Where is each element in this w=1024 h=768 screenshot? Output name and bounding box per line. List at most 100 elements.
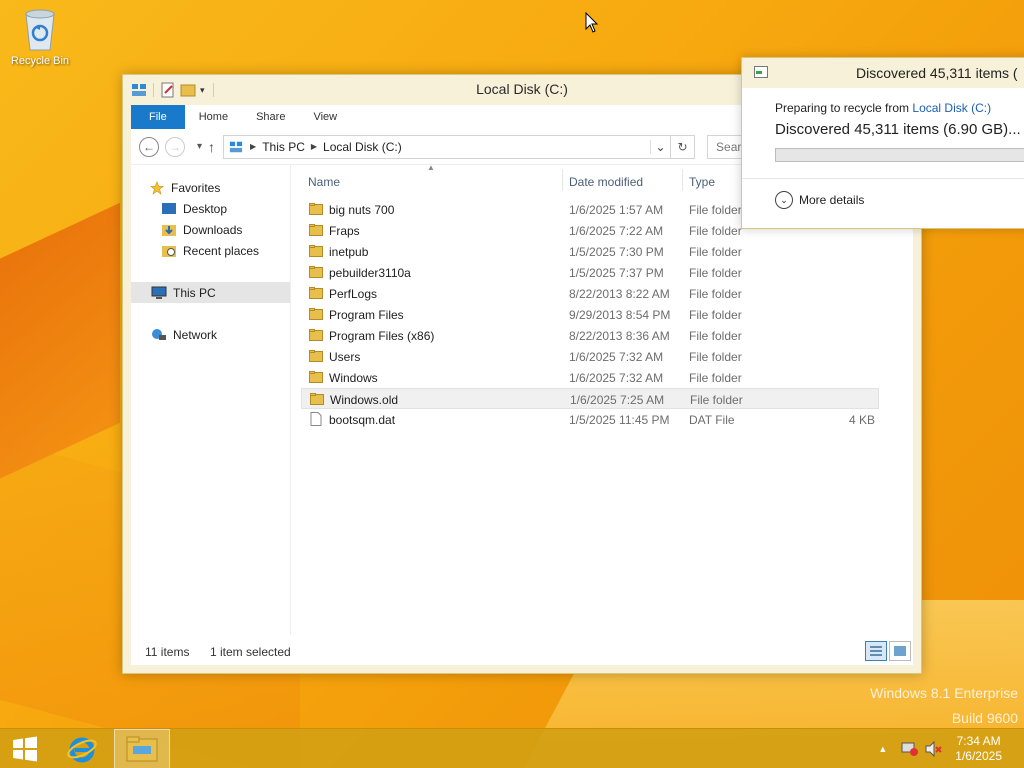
recent-locations-dropdown-icon[interactable]: ▾	[197, 141, 202, 152]
file-date: 1/6/2025 7:25 AM	[570, 393, 665, 407]
refresh-icon: ↻	[677, 139, 688, 154]
details-view-button[interactable]	[865, 641, 887, 661]
nav-favorites-label: Favorites	[171, 180, 221, 195]
taskbar-internet-explorer[interactable]	[58, 729, 106, 768]
file-type: File folder	[689, 329, 742, 343]
folder-icon	[309, 286, 323, 300]
folder-icon	[309, 223, 323, 237]
file-name: Windows.old	[330, 393, 399, 407]
windows-edition-watermark: Windows 8.1 Enterprise	[870, 685, 1018, 701]
file-date: 1/6/2025 1:57 AM	[569, 203, 664, 217]
clock-time: 7:34 AM	[956, 734, 1001, 748]
folder-icon	[310, 392, 324, 406]
file-row[interactable]: Program Files 9/29/2013 8:54 PM File folde…	[301, 304, 879, 325]
tab-file[interactable]: File	[131, 105, 185, 129]
file-list: Name ▲ Date modified Type big nuts 700 1/…	[301, 163, 879, 635]
recycle-bin-shortcut[interactable]: Recycle Bin	[6, 6, 74, 67]
file-date: 1/6/2025 7:32 AM	[569, 371, 664, 385]
file-explorer-icon	[126, 736, 158, 762]
nav-desktop[interactable]: Desktop	[131, 198, 290, 219]
chevron-down-icon: ⌄	[775, 191, 793, 209]
address-bar[interactable]: ▶ This PC ▶ Local Disk (C:) ⌄	[223, 134, 672, 159]
column-name[interactable]: Name	[308, 175, 340, 189]
folder-icon	[309, 307, 323, 321]
file-row[interactable]: Program Files (x86) 8/22/2013 8:36 AM File…	[301, 325, 879, 346]
breadcrumb-separator-icon[interactable]: ▶	[311, 142, 317, 151]
column-type[interactable]: Type	[689, 175, 715, 189]
nav-recent-places-label: Recent places	[183, 243, 260, 258]
large-icons-view-button[interactable]	[889, 641, 911, 661]
new-folder-icon[interactable]	[180, 82, 196, 98]
tab-home[interactable]: Home	[185, 105, 242, 129]
file-row[interactable]: Windows 1/6/2025 7:32 AM File folder	[301, 367, 879, 388]
refresh-button[interactable]: ↻	[671, 134, 696, 159]
explorer-content: Favorites Desktop Downloads Recent place…	[131, 163, 913, 665]
back-arrow-icon: ←	[143, 139, 155, 154]
volume-muted-icon[interactable]	[925, 741, 943, 757]
file-row[interactable]: pebuilder3110a 1/5/2025 7:37 PM File folde…	[301, 262, 879, 283]
file-type: DAT File	[689, 413, 735, 427]
nav-network[interactable]: Network	[131, 324, 290, 345]
file-name: big nuts 700	[329, 203, 395, 217]
address-dropdown-icon[interactable]: ⌄	[650, 139, 670, 154]
pc-icon[interactable]	[131, 82, 147, 98]
clock[interactable]: 7:34 AM 1/6/2025	[955, 734, 1002, 764]
file-type: File folder	[689, 287, 742, 301]
file-name: Program Files	[329, 308, 404, 322]
start-button[interactable]	[0, 729, 50, 768]
system-tray: ▲ 7:34 AM 1/6/2025	[878, 729, 1024, 768]
mouse-cursor-icon	[585, 12, 599, 33]
breadcrumb-local-disk[interactable]: Local Disk (C:)	[323, 140, 402, 154]
internet-explorer-icon	[67, 737, 97, 763]
progress-dialog-icon	[754, 66, 768, 78]
more-details-button[interactable]: ⌄ More details	[775, 191, 864, 209]
preparing-text: Preparing to recycle from Local Disk (C:…	[775, 101, 991, 115]
desktop-bg-shape	[0, 202, 120, 498]
file-date: 9/29/2013 8:54 PM	[569, 308, 671, 322]
file-date: 8/22/2013 8:36 AM	[569, 329, 670, 343]
file-row[interactable]: inetpub 1/5/2025 7:30 PM File folder	[301, 241, 879, 262]
folder-icon	[309, 328, 323, 342]
back-button[interactable]: ←	[139, 136, 159, 157]
file-rows: big nuts 700 1/6/2025 1:57 AM File folder F…	[301, 199, 879, 430]
breadcrumb-separator-icon[interactable]: ▶	[250, 142, 256, 151]
recent-places-icon	[161, 244, 177, 258]
forward-arrow-icon: →	[169, 139, 181, 154]
properties-icon[interactable]	[160, 82, 176, 98]
column-date-modified[interactable]: Date modified	[569, 175, 643, 189]
dialog-titlebar[interactable]: Discovered 45,311 items (	[742, 58, 1024, 88]
file-type: File folder	[689, 203, 742, 217]
file-row[interactable]: bootsqm.dat 1/5/2025 11:45 PM DAT File 4 KB	[301, 409, 879, 430]
file-type: File folder	[689, 266, 742, 280]
nav-recent-places[interactable]: Recent places	[131, 240, 290, 261]
file-icon	[309, 412, 323, 426]
up-arrow-icon[interactable]: ↑	[208, 139, 215, 155]
tab-view[interactable]: View	[299, 105, 351, 129]
status-bar: 11 items 1 item selected	[131, 635, 913, 665]
show-hidden-icons-icon[interactable]: ▲	[878, 744, 887, 754]
file-type: File folder	[690, 393, 743, 407]
forward-button[interactable]: →	[165, 136, 185, 157]
nav-this-pc[interactable]: This PC	[131, 282, 290, 303]
network-tray-icon[interactable]	[901, 741, 919, 757]
computer-icon	[151, 286, 167, 300]
nav-downloads[interactable]: Downloads	[131, 219, 290, 240]
file-row[interactable]: PerfLogs 8/22/2013 8:22 AM File folder	[301, 283, 879, 304]
desktop-icon	[161, 202, 177, 216]
file-date: 1/5/2025 7:30 PM	[569, 245, 664, 259]
file-row[interactable]: Users 1/6/2025 7:32 AM File folder	[301, 346, 879, 367]
file-name: inetpub	[329, 245, 369, 259]
tab-share[interactable]: Share	[242, 105, 299, 129]
qat-dropdown-icon[interactable]: ▾	[200, 85, 205, 96]
file-name: Windows	[329, 371, 378, 385]
breadcrumb-this-pc[interactable]: This PC	[262, 140, 305, 154]
nav-favorites[interactable]: Favorites	[131, 177, 290, 198]
file-type: File folder	[689, 224, 742, 238]
more-details-label: More details	[799, 193, 865, 207]
file-name: PerfLogs	[329, 287, 378, 301]
sort-ascending-icon: ▲	[427, 163, 435, 172]
taskbar-file-explorer[interactable]	[114, 729, 170, 768]
source-link[interactable]: Local Disk (C:)	[912, 101, 991, 115]
file-row[interactable]: Windows.old 1/6/2025 7:25 AM File folder	[301, 388, 879, 409]
folder-icon	[309, 202, 323, 216]
